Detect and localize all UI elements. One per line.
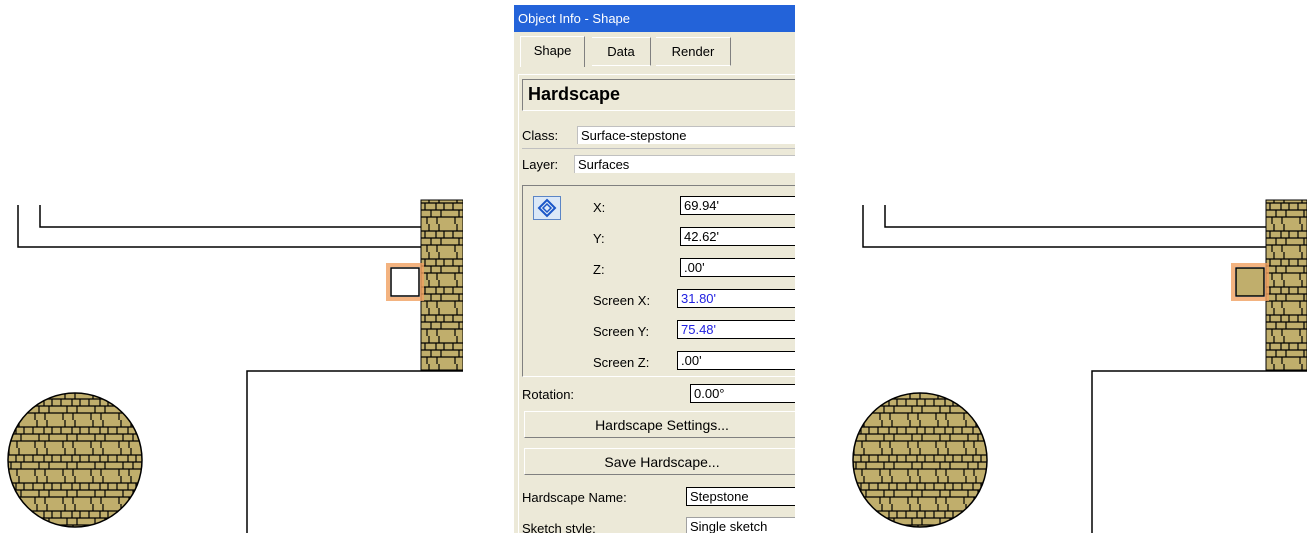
layer-field[interactable]: Surfaces bbox=[574, 155, 795, 173]
class-field[interactable]: Surface-stepstone bbox=[577, 126, 795, 144]
building-outline bbox=[1091, 370, 1307, 533]
wall-inner-line bbox=[39, 205, 425, 228]
screen-x-label: Screen X: bbox=[593, 293, 651, 308]
object-type-header: Hardscape bbox=[522, 79, 795, 111]
screen-y-label: Screen Y: bbox=[593, 324, 650, 339]
round-stone-patio bbox=[852, 392, 988, 528]
wall-outer-line bbox=[17, 205, 425, 248]
z-label: Z: bbox=[593, 262, 605, 277]
hardscape-name-field[interactable]: Stepstone bbox=[686, 487, 795, 506]
hardscape-name-label: Hardscape Name: bbox=[522, 490, 627, 505]
drawing-area[interactable] bbox=[0, 0, 463, 533]
class-label: Class: bbox=[522, 128, 559, 143]
stepstone bbox=[390, 267, 420, 297]
sketch-style-label: Sketch style: bbox=[522, 521, 596, 533]
layer-label: Layer: bbox=[522, 157, 559, 172]
stepstone bbox=[1235, 267, 1265, 297]
palette-title-bar[interactable]: Object Info - Shape bbox=[514, 5, 795, 32]
y-field[interactable]: 42.62' bbox=[680, 227, 795, 246]
shape-tab-panel: Hardscape Class: Surface-stepstone Layer… bbox=[518, 74, 795, 533]
object-info-palette: Object Info - Shape Shape Data Render Ha… bbox=[514, 5, 795, 533]
screen-z-field[interactable]: .00' bbox=[677, 351, 795, 370]
rotation-label: Rotation: bbox=[522, 387, 575, 402]
drawing-area[interactable] bbox=[845, 0, 1307, 533]
round-stone-patio bbox=[7, 392, 143, 528]
screen-x-field[interactable]: 31.80' bbox=[677, 289, 795, 308]
save-hardscape-button[interactable]: Save Hardscape... bbox=[524, 448, 795, 475]
palette-title: Object Info - Shape bbox=[518, 11, 631, 26]
divider bbox=[522, 148, 795, 149]
x-label: X: bbox=[593, 200, 606, 215]
rotation-field[interactable]: 0.00° bbox=[690, 384, 795, 403]
y-label: Y: bbox=[593, 231, 605, 246]
coordinates-group: X: 69.94' Y: 42.62' Z: .00' Screen X: 31… bbox=[522, 185, 795, 377]
tab-render[interactable]: Render bbox=[656, 37, 731, 66]
tab-row: Shape Data Render bbox=[514, 32, 795, 67]
z-field[interactable]: .00' bbox=[680, 258, 795, 277]
tab-data[interactable]: Data bbox=[592, 37, 651, 66]
stone-strip bbox=[1265, 199, 1307, 371]
alignment-point-icon[interactable] bbox=[533, 196, 561, 220]
screen-y-field[interactable]: 75.48' bbox=[677, 320, 795, 339]
tab-shape[interactable]: Shape bbox=[520, 36, 585, 67]
drawing-canvas-after[interactable] bbox=[845, 0, 1307, 533]
object-type-label: Hardscape bbox=[528, 84, 621, 104]
building-outline bbox=[246, 370, 463, 533]
wall-inner-line bbox=[884, 205, 1270, 228]
sketch-style-select[interactable]: Single sketch bbox=[686, 517, 795, 533]
x-field[interactable]: 69.94' bbox=[680, 196, 795, 215]
drawing-canvas-before[interactable] bbox=[0, 0, 463, 533]
wall-outer-line bbox=[862, 205, 1270, 248]
stone-strip bbox=[420, 199, 463, 371]
screen-z-label: Screen Z: bbox=[593, 355, 650, 370]
hardscape-settings-button[interactable]: Hardscape Settings... bbox=[524, 411, 795, 438]
